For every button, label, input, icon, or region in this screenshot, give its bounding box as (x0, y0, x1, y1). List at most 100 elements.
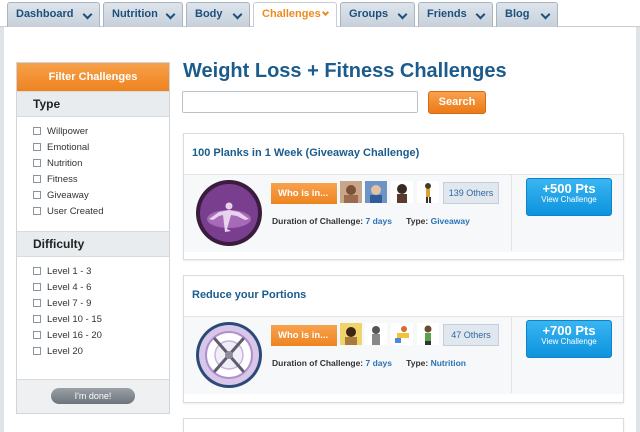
difficulty-filter-list: Level 1 - 3 Level 4 - 6 Level 7 - 9 Leve… (17, 257, 169, 367)
checkbox[interactable] (33, 267, 41, 275)
sidebar-header: Filter Challenges (17, 63, 169, 91)
type-label: Type: (406, 216, 429, 226)
challenge-title[interactable]: 100 Planks in 1 Week (Giveaway Challenge… (192, 147, 419, 159)
filter-label: Giveaway (47, 189, 89, 201)
tab-body[interactable]: Body (186, 2, 250, 27)
filter-label: Level 4 - 6 (47, 281, 92, 293)
checkbox[interactable] (33, 283, 41, 291)
who-is-in-button[interactable]: Who is in... (271, 325, 337, 346)
challenge-card: Reduce your Portions Who is in... 47 Oth… (183, 275, 624, 403)
challenge-meta: Duration of Challenge: 7 days Type: Give… (272, 216, 470, 226)
checkbox[interactable] (33, 315, 41, 323)
tab-nutrition[interactable]: Nutrition (103, 2, 183, 27)
view-challenge-label: View Challenge (541, 195, 597, 204)
filter-label: Willpower (47, 125, 89, 137)
view-challenge-button[interactable]: +500 Pts View Challenge (526, 178, 612, 216)
view-challenge-label: View Challenge (541, 337, 597, 346)
chevron-down-icon (397, 9, 408, 20)
plate-fork-knife-badge-icon[interactable] (195, 321, 263, 389)
page-title: Weight Loss + Fitness Challenges (183, 60, 507, 82)
type-heading: Type (17, 91, 169, 117)
filter-level-10-15[interactable]: Level 10 - 15 (33, 311, 169, 327)
type-label: Type: (406, 358, 429, 368)
difficulty-heading: Difficulty (17, 231, 169, 257)
plank-figure-badge-icon[interactable] (195, 179, 263, 247)
others-count-button[interactable]: 47 Others (443, 324, 499, 346)
checkbox[interactable] (33, 207, 41, 215)
tab-groups[interactable]: Groups (340, 2, 415, 27)
view-challenge-button[interactable]: +700 Pts View Challenge (526, 320, 612, 358)
tab-label: Friends (427, 8, 467, 20)
avatar[interactable] (391, 323, 413, 345)
filter-label: Nutrition (47, 157, 83, 169)
filter-label: Fitness (47, 173, 78, 185)
filter-nutrition[interactable]: Nutrition (33, 155, 169, 171)
filter-label: Level 7 - 9 (47, 297, 92, 309)
avatar[interactable] (417, 323, 439, 345)
tab-dashboard[interactable]: Dashboard (7, 2, 100, 27)
checkbox[interactable] (33, 143, 41, 151)
filter-level-16-20[interactable]: Level 16 - 20 (33, 327, 169, 343)
sidebar-footer: I'm done! (17, 379, 169, 413)
filter-level-1-3[interactable]: Level 1 - 3 (33, 263, 169, 279)
filter-user-created[interactable]: User Created (33, 203, 169, 219)
tab-label: Nutrition (112, 8, 158, 20)
type-filter-list: Willpower Emotional Nutrition Fitness Gi… (17, 117, 169, 227)
tab-challenges[interactable]: Challenges (253, 2, 337, 28)
im-done-button[interactable]: I'm done! (51, 388, 135, 404)
challenge-body: Who is in... 47 Others Duration of Chall… (184, 316, 623, 394)
checkbox[interactable] (33, 347, 41, 355)
filter-level-4-6[interactable]: Level 4 - 6 (33, 279, 169, 295)
filter-sidebar: Filter Challenges Type Willpower Emotion… (16, 62, 170, 414)
filter-level-7-9[interactable]: Level 7 - 9 (33, 295, 169, 311)
others-count-button[interactable]: 139 Others (443, 182, 499, 204)
filter-label: Level 20 (47, 345, 83, 357)
tab-label: Body (195, 8, 223, 20)
filter-level-20[interactable]: Level 20 (33, 343, 169, 359)
avatar[interactable] (391, 181, 413, 203)
filter-label: Level 16 - 20 (47, 329, 102, 341)
avatar[interactable] (340, 323, 362, 345)
checkbox[interactable] (33, 331, 41, 339)
search-input[interactable] (182, 91, 418, 113)
challenge-card-partial (183, 418, 624, 432)
tab-label: Dashboard (16, 8, 74, 20)
avatar[interactable] (340, 181, 362, 203)
avatar[interactable] (417, 181, 439, 203)
checkbox[interactable] (33, 127, 41, 135)
tab-label: Blog (505, 8, 530, 20)
filter-emotional[interactable]: Emotional (33, 139, 169, 155)
tab-blog[interactable]: Blog (496, 2, 558, 27)
duration-label: Duration of Challenge: (272, 358, 364, 368)
who-is-in-button[interactable]: Who is in... (271, 183, 337, 204)
challenge-meta: Duration of Challenge: 7 days Type: Nutr… (272, 358, 466, 368)
chevron-down-icon (82, 9, 93, 20)
points-value: +700 Pts (542, 323, 596, 338)
challenge-title[interactable]: Reduce your Portions (192, 289, 306, 301)
checkbox[interactable] (33, 159, 41, 167)
avatar[interactable] (365, 181, 387, 203)
tab-label: Challenges (262, 8, 321, 20)
avatar[interactable] (365, 323, 387, 345)
duration-label: Duration of Challenge: (272, 216, 364, 226)
tab-label: Groups (349, 8, 389, 20)
divider (511, 175, 512, 251)
filter-willpower[interactable]: Willpower (33, 123, 169, 139)
search-button[interactable]: Search (428, 91, 486, 114)
filter-label: Level 1 - 3 (47, 265, 92, 277)
participant-avatars (340, 323, 442, 347)
filter-fitness[interactable]: Fitness (33, 171, 169, 187)
chevron-down-icon (232, 9, 243, 20)
checkbox[interactable] (33, 191, 41, 199)
challenge-card: 100 Planks in 1 Week (Giveaway Challenge… (183, 133, 624, 260)
checkbox[interactable] (33, 299, 41, 307)
filter-giveaway[interactable]: Giveaway (33, 187, 169, 203)
filter-label: Emotional (47, 141, 90, 153)
challenge-body: Who is in... 139 Others Duration of Chal… (184, 174, 623, 252)
points-value: +500 Pts (542, 181, 596, 196)
tab-friends[interactable]: Friends (418, 2, 493, 27)
checkbox[interactable] (33, 175, 41, 183)
duration-value: 7 days (365, 216, 392, 226)
divider (511, 317, 512, 393)
participant-avatars (340, 181, 442, 205)
